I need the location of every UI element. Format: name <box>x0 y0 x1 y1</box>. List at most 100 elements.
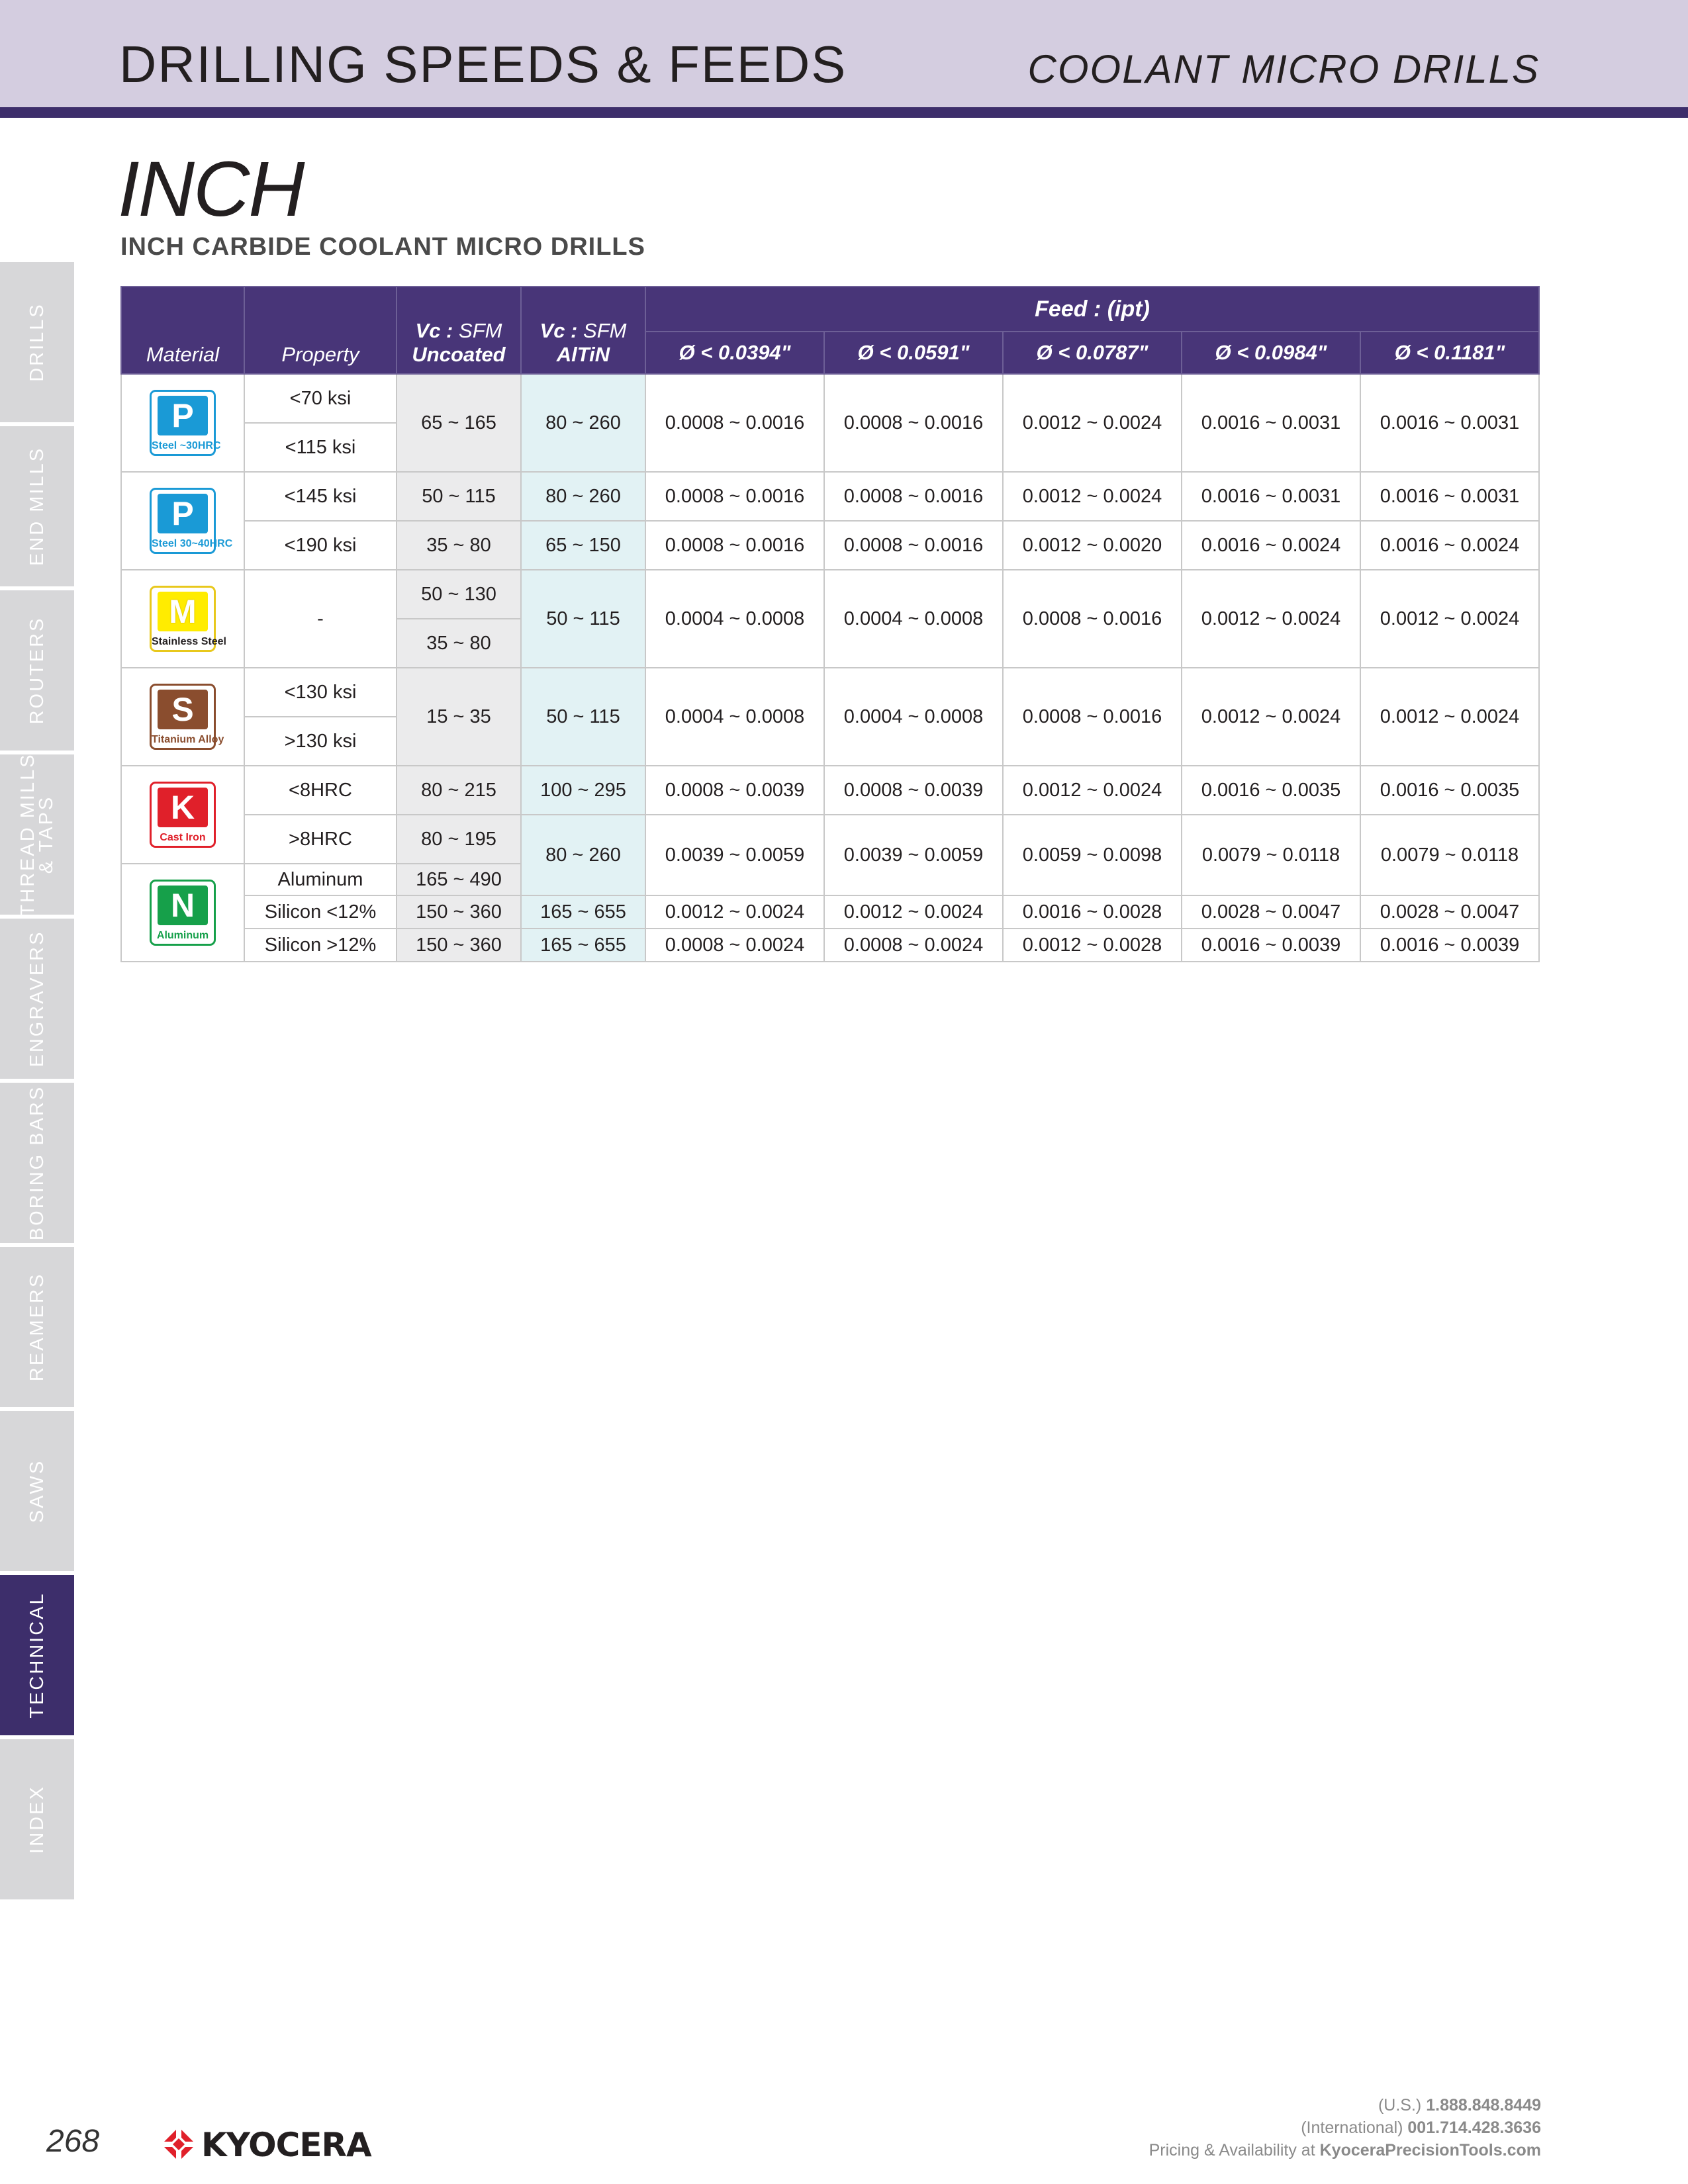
side-tab-index[interactable]: INDEX <box>0 1739 74 1899</box>
side-tab-engravers[interactable]: ENGRAVERS <box>0 919 74 1079</box>
side-tab-saws[interactable]: SAWS <box>0 1411 74 1571</box>
feed-cell: 0.0016 ~ 0.0024 <box>1359 520 1540 570</box>
side-tab-label: SAWS <box>26 1459 48 1524</box>
feed-cell: 0.0039 ~ 0.0059 <box>645 814 825 896</box>
vc-altin-cell: 80 ~ 260 <box>520 814 646 896</box>
header-vc-altin: Vc : SFM AlTiN <box>520 286 646 375</box>
vc-uncoated-cell: 50 ~ 130 <box>396 569 522 619</box>
vc-uncoated-cell: 80 ~ 215 <box>396 765 522 815</box>
feed-cell: 0.0059 ~ 0.0098 <box>1002 814 1182 896</box>
header-vc-uncoated: Vc : SFM Uncoated <box>396 286 522 375</box>
material-cell: M Stainless Steel <box>120 569 245 668</box>
badge-letter: P <box>158 494 208 533</box>
side-tab-technical[interactable]: TECHNICAL <box>0 1575 74 1735</box>
material-cell: K Cast Iron <box>120 765 245 864</box>
property-cell: <130 ksi <box>244 667 397 717</box>
vc-uncoated-cell: 50 ~ 115 <box>396 471 522 522</box>
badge-letter: N <box>158 886 208 925</box>
badge-letter: K <box>158 788 208 827</box>
feed-cell: 0.0008 ~ 0.0039 <box>645 765 825 815</box>
feed-cell: 0.0016 ~ 0.0035 <box>1359 765 1540 815</box>
side-tab-end-mills[interactable]: END MILLS <box>0 426 74 586</box>
feed-cell: 0.0012 ~ 0.0024 <box>1359 569 1540 668</box>
side-tab-label: ROUTERS <box>26 616 48 725</box>
side-tab-reamers[interactable]: REAMERS <box>0 1247 74 1407</box>
contact-us-line: (U.S.) 1.888.848.8449 <box>1149 2094 1541 2116</box>
side-tab-drills[interactable]: DRILLS <box>0 262 74 422</box>
uncoated-label: Uncoated <box>412 343 506 366</box>
feed-cell: 0.0004 ~ 0.0008 <box>645 667 825 766</box>
vc-uncoated-cell: 150 ~ 360 <box>396 895 522 929</box>
speeds-feeds-table: Material Property Vc : SFM Uncoated Vc :… <box>120 286 1540 962</box>
feed-cell: 0.0079 ~ 0.0118 <box>1181 814 1361 896</box>
feed-cell: 0.0039 ~ 0.0059 <box>823 814 1004 896</box>
feed-cell: 0.0028 ~ 0.0047 <box>1181 895 1361 929</box>
vc-altin-cell: 65 ~ 150 <box>520 520 646 570</box>
feed-cell: 0.0016 ~ 0.0024 <box>1181 520 1361 570</box>
feed-cell: 0.0028 ~ 0.0047 <box>1359 895 1540 929</box>
vc-uncoated-cell: 150 ~ 360 <box>396 928 522 962</box>
altin-label: AlTiN <box>556 343 610 366</box>
header-feed: Feed : (ipt) <box>644 286 1540 332</box>
property-cell: <190 ksi <box>244 520 397 570</box>
intl-phone[interactable]: 001.714.428.3636 <box>1407 2118 1541 2137</box>
page-category: COOLANT MICRO DRILLS <box>1027 47 1540 91</box>
header-rule <box>0 107 1688 118</box>
badge-letter: M <box>158 592 208 631</box>
side-tab-thread-mills[interactable]: THREAD MILLS & TAPS <box>0 754 74 915</box>
pricing-text: Pricing & Availability at <box>1149 2141 1315 2160</box>
vc-prefix: Vc : <box>415 319 453 342</box>
side-tab-label: REAMERS <box>26 1272 48 1382</box>
side-tab-routers[interactable]: ROUTERS <box>0 590 74 751</box>
feed-cell: 0.0012 ~ 0.0024 <box>1002 471 1182 522</box>
side-tab-label-line2: & TAPS <box>36 795 57 874</box>
side-tab-label: INDEX <box>26 1785 48 1854</box>
property-cell: >8HRC <box>244 814 397 864</box>
contact-intl-line: (International) 001.714.428.3636 <box>1149 2116 1541 2139</box>
speeds-feeds-table-wrap: Material Property Vc : SFM Uncoated Vc :… <box>120 286 1540 962</box>
material-badge-n-aluminum: N Aluminum <box>150 880 216 946</box>
logo-wordmark: KYOCERA <box>201 2126 372 2164</box>
table-row: K Cast Iron <8HRC 80 ~ 215 100 ~ 295 0.0… <box>120 765 1540 864</box>
material-badge-p-steel: P Steel ~30HRC <box>150 390 221 456</box>
feed-cell: 0.0008 ~ 0.0016 <box>1002 667 1182 766</box>
property-cell: Silicon <12% <box>244 895 397 929</box>
vc-altin-cell: 50 ~ 115 <box>520 569 646 668</box>
badge-caption: Titanium Alloy <box>152 734 224 745</box>
feed-cell: 0.0016 ~ 0.0031 <box>1359 373 1540 473</box>
table-row: P Steel 30~40HRC <145 ksi 50 ~ 115 80 ~ … <box>120 471 1540 570</box>
feed-cell: 0.0008 ~ 0.0016 <box>645 471 825 522</box>
page-title: DRILLING SPEEDS & FEEDS <box>119 35 847 93</box>
website-link[interactable]: KyoceraPrecisionTools.com <box>1320 2141 1541 2160</box>
feed-cell: 0.0012 ~ 0.0024 <box>645 895 825 929</box>
us-phone[interactable]: 1.888.848.8449 <box>1426 2096 1541 2115</box>
material-badge-m-stainless: M Stainless Steel <box>150 586 226 652</box>
table-row: Silicon >12% 150 ~ 360 165 ~ 655 0.0008 … <box>121 928 1540 962</box>
feed-cell: 0.0008 ~ 0.0016 <box>823 520 1004 570</box>
feed-cell: 0.0008 ~ 0.0016 <box>823 373 1004 473</box>
vc-altin-cell: 80 ~ 260 <box>520 471 646 522</box>
feed-cell: 0.0008 ~ 0.0024 <box>645 928 825 962</box>
badge-caption: Stainless Steel <box>152 636 226 647</box>
vc-altin-cell: 50 ~ 115 <box>520 667 646 766</box>
feed-cell: 0.0012 ~ 0.0024 <box>823 895 1004 929</box>
feed-cell: 0.0008 ~ 0.0024 <box>823 928 1004 962</box>
feed-cell: 0.0016 ~ 0.0031 <box>1181 471 1361 522</box>
feed-cell: 0.0012 ~ 0.0024 <box>1002 765 1182 815</box>
header-property: Property <box>244 286 397 375</box>
feed-cell: 0.0004 ~ 0.0008 <box>823 667 1004 766</box>
page-number: 268 <box>46 2124 100 2159</box>
material-cell: P Steel ~30HRC <box>120 373 245 473</box>
table-row: S Titanium Alloy <130 ksi 15 ~ 35 50 ~ 1… <box>120 667 1540 766</box>
feed-cell: 0.0008 ~ 0.0039 <box>823 765 1004 815</box>
vc-uncoated-cell: 35 ~ 80 <box>396 618 522 668</box>
material-cell: N Aluminum <box>120 863 245 962</box>
side-tab-boring-bars[interactable]: BORING BARS <box>0 1083 74 1243</box>
feed-cell: 0.0008 ~ 0.0016 <box>823 471 1004 522</box>
section-subtitle: INCH CARBIDE COOLANT MICRO DRILLS <box>120 233 645 261</box>
property-cell: <70 ksi <box>244 373 397 424</box>
vc-uncoated-cell: 65 ~ 165 <box>396 373 522 473</box>
side-tab-label: DRILLS <box>26 302 48 382</box>
vc-altin-cell: 165 ~ 655 <box>520 928 646 962</box>
table-row: M Stainless Steel - 50 ~ 130 50 ~ 115 0.… <box>120 569 1540 668</box>
